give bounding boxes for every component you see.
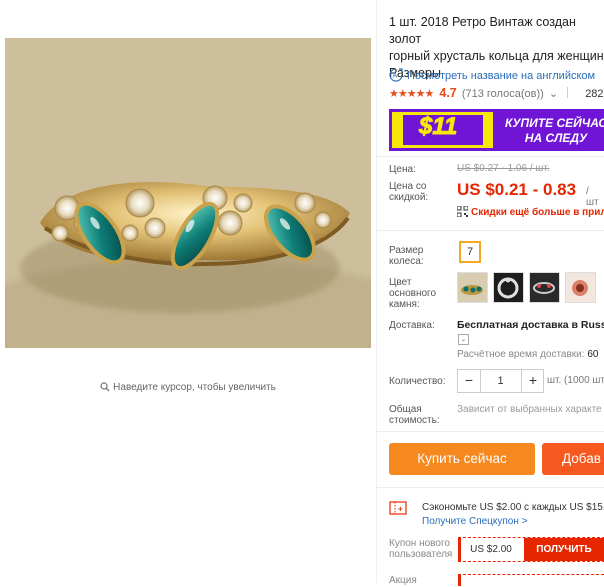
size-label: Размер колеса: bbox=[389, 245, 424, 267]
new-user-coupon-label: Купон нового пользователя bbox=[389, 538, 453, 560]
discount-price-label: Цена со скидкой: bbox=[389, 181, 429, 203]
quantity-input[interactable]: 1 bbox=[480, 370, 521, 392]
svg-text:A: A bbox=[393, 73, 398, 80]
rating-stars-icon: ★★★★★ bbox=[389, 88, 434, 100]
promo-banner[interactable]: $11 КУПИТЕ СЕЙЧАС НА СЛЕДУ bbox=[389, 109, 604, 151]
price-label: Цена: bbox=[389, 164, 416, 175]
banner-text: КУПИТЕ СЕЙЧАС НА СЛЕДУ bbox=[505, 116, 604, 145]
divider bbox=[377, 230, 604, 231]
magnifier-icon bbox=[100, 382, 110, 392]
price-unit: / шт bbox=[586, 186, 599, 208]
coupon-edge bbox=[458, 537, 461, 562]
color-label: Цвет основного камня: bbox=[389, 277, 437, 310]
qr-code-icon bbox=[456, 205, 469, 218]
color-option-1[interactable] bbox=[457, 272, 488, 303]
rating-value: 4.7 bbox=[439, 86, 457, 100]
ring-image bbox=[5, 38, 371, 348]
zoom-hint: Наведите курсор, чтобы увеличить bbox=[0, 382, 376, 393]
color-thumb-3-image bbox=[530, 273, 559, 302]
color-thumb-2-image bbox=[494, 273, 523, 302]
new-user-coupon: US $2.00 ПОЛУЧИТЬ bbox=[458, 537, 604, 562]
total-label: Общая стоимость: bbox=[389, 404, 440, 426]
coupon-icon: + bbox=[389, 501, 407, 520]
translate-link[interactable]: A Посмотреть название на английском bbox=[389, 68, 595, 82]
app-discount-link[interactable]: Скидки ещё больше в прило bbox=[456, 205, 604, 218]
discount-price: US $0.21 - 0.83 bbox=[457, 180, 577, 199]
color-thumb-4-image bbox=[566, 273, 595, 302]
old-price: US $0.27 - 1.06 / шт. bbox=[457, 163, 550, 174]
shipping-value: Бесплатная доставка в Russia bbox=[457, 319, 604, 331]
color-option-3[interactable] bbox=[529, 272, 560, 303]
quantity-label: Количество: bbox=[389, 376, 446, 387]
divider bbox=[377, 487, 604, 488]
quantity-minus-button[interactable]: − bbox=[458, 370, 481, 392]
size-option-7[interactable]: 7 bbox=[459, 241, 481, 263]
chevron-down-icon[interactable]: ⌄ bbox=[549, 88, 558, 100]
quantity-plus-button[interactable]: + bbox=[521, 370, 544, 392]
total-value: Зависит от выбранных характе bbox=[457, 404, 602, 415]
buy-now-button[interactable]: Купить сейчас bbox=[389, 443, 535, 475]
shipping-label: Доставка: bbox=[389, 320, 435, 331]
banner-amount: $11 bbox=[418, 113, 458, 141]
color-option-4[interactable] bbox=[565, 272, 596, 303]
app-discount-text: Скидки ещё больше в прило bbox=[471, 207, 604, 218]
delivery-time-value: 60 bbox=[587, 349, 599, 360]
votes-link[interactable]: (713 голоса(ов)) bbox=[462, 88, 544, 100]
svg-text:+: + bbox=[398, 505, 403, 514]
promo-label: Акция bbox=[389, 575, 417, 586]
rating-separator bbox=[567, 87, 569, 98]
coupon-value: US $2.00 bbox=[470, 544, 512, 555]
panel-divider bbox=[376, 0, 377, 583]
divider bbox=[377, 431, 604, 432]
translate-icon: A bbox=[389, 68, 403, 82]
orders-count: 2826 за bbox=[585, 88, 604, 100]
delivery-time-label: Расчётное время доставки: bbox=[457, 349, 585, 360]
add-to-cart-button[interactable]: Добав bbox=[542, 443, 604, 475]
translate-link-text: Посмотреть название на английском bbox=[407, 70, 596, 82]
quantity-available: шт. (1000 шт bbox=[547, 375, 604, 386]
divider bbox=[377, 156, 604, 157]
quantity-stepper: − 1 + bbox=[457, 369, 544, 393]
delivery-time: Расчётное время доставки: 60 bbox=[457, 349, 598, 360]
shipping-dropdown-icon[interactable]: ⌄ bbox=[458, 334, 469, 345]
color-option-2[interactable] bbox=[493, 272, 524, 303]
special-coupon-link[interactable]: Получите Спецкупон > bbox=[422, 516, 528, 527]
get-coupon-button[interactable]: ПОЛУЧИТЬ bbox=[524, 538, 604, 561]
product-main-image[interactable] bbox=[5, 38, 371, 348]
rating-row: ★★★★★ 4.7 (713 голоса(ов)) ⌄ 2826 за bbox=[389, 86, 604, 100]
color-thumb-1-image bbox=[458, 273, 487, 302]
promo-coupon-row bbox=[458, 574, 604, 587]
promo-coupon-edge bbox=[458, 574, 461, 586]
ticket-icon: + bbox=[389, 501, 407, 515]
zoom-hint-text: Наведите курсор, чтобы увеличить bbox=[113, 382, 276, 393]
coupon-save-text: Сэкономьте US $2.00 с каждых US $15.0 bbox=[422, 502, 604, 513]
